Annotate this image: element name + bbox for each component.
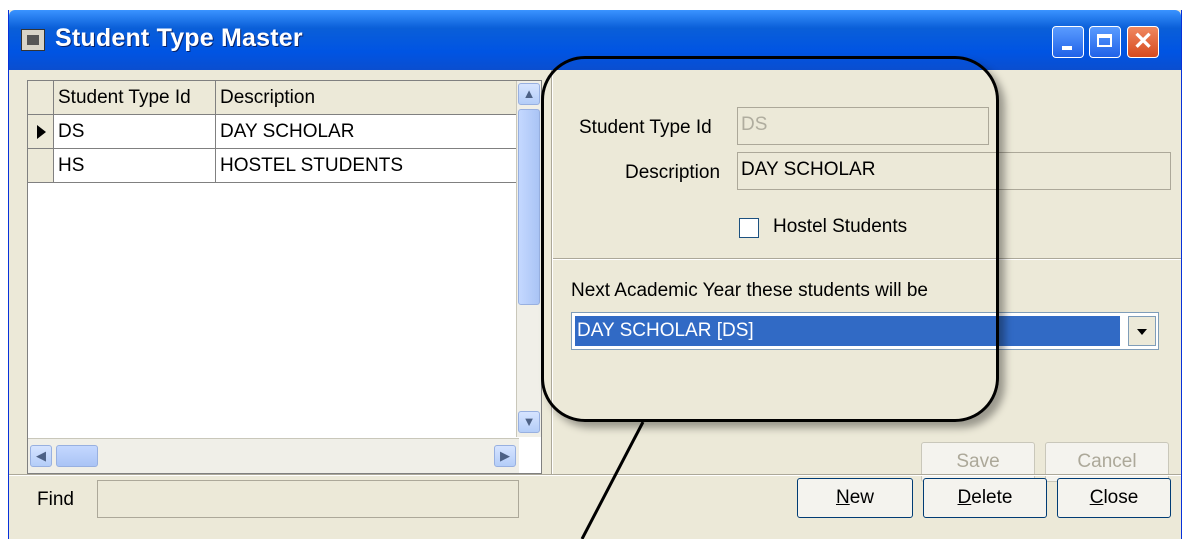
callout-pointer xyxy=(580,421,645,539)
callout-pointer-line xyxy=(580,421,645,539)
